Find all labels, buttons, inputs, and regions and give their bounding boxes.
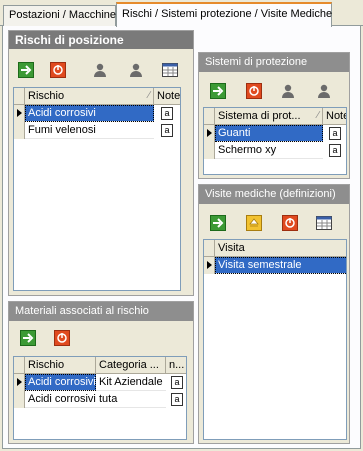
rischio-cell[interactable]: Acidi corrosivi: [25, 391, 96, 408]
note-icon[interactable]: [171, 376, 183, 389]
row-indicator: [14, 391, 25, 408]
note-icon[interactable]: [161, 107, 173, 120]
table-row[interactable]: Acidi corrosivi: [14, 105, 180, 122]
row-indicator-header: [14, 88, 25, 105]
materiali-panel: Materiali associati al rischio Rischio C…: [8, 301, 194, 444]
delete-icon[interactable]: [53, 329, 71, 347]
sistemi-panel: Sistemi di protezione Sistema di prot...…: [198, 52, 350, 179]
visite-grid: Visita Visita semestrale: [203, 239, 347, 440]
rischio-cell[interactable]: Fumi velenosi: [25, 122, 154, 139]
note-icon[interactable]: [161, 124, 173, 137]
note-column-header[interactable]: Note: [154, 88, 181, 105]
table-row[interactable]: Schermo xy: [204, 142, 346, 159]
note-column-header[interactable]: Note: [323, 108, 346, 125]
row-indicator: [14, 122, 25, 139]
delete-icon[interactable]: [245, 82, 263, 100]
tab-rischi[interactable]: Rischi / Sistemi protezione / Visite Med…: [116, 2, 332, 27]
tab-bar: Postazioni / Macchine Rischi / Sistemi p…: [0, 0, 363, 27]
note-column-label: Note: [157, 90, 181, 102]
rischio-column-header[interactable]: Rischio: [25, 357, 96, 374]
categoria-cell[interactable]: Kit Aziendale: [96, 374, 166, 391]
current-row-indicator: [14, 105, 25, 122]
categoria-column-header[interactable]: Categoria ...: [96, 357, 166, 374]
materiali-toolbar: [9, 323, 193, 353]
visita-column-header[interactable]: Visita: [215, 240, 346, 257]
materiali-grid: Rischio Categoria ... n... Acidi corrosi…: [13, 356, 187, 440]
visita-cell[interactable]: Visita semestrale: [215, 257, 346, 274]
sistema-cell[interactable]: Guanti: [215, 125, 323, 142]
sistemi-grid: Sistema di prot... ∕ Note Guanti Schermo…: [203, 107, 347, 175]
tab-content: Rischi di posizione Rischio ∕ Note Acidi…: [2, 26, 361, 449]
row-indicator: [204, 142, 215, 159]
table-row[interactable]: Acidi corrosivi Kit Aziendale: [14, 374, 186, 391]
delete-icon[interactable]: [49, 61, 67, 79]
sistema-column-header[interactable]: Sistema di prot... ∕: [215, 108, 323, 125]
rischi-toolbar: [9, 55, 193, 85]
user-icon[interactable]: [279, 82, 297, 100]
visite-panel: Visite mediche (definizioni) Visita Visi…: [198, 184, 350, 444]
user-icon[interactable]: [91, 61, 109, 79]
grid-icon[interactable]: [315, 214, 333, 232]
rischi-grid: Rischio ∕ Note Acidi corrosivi Fumi vele…: [13, 87, 181, 291]
sistemi-toolbar: [199, 76, 349, 106]
edit-icon[interactable]: [245, 214, 263, 232]
sort-icon: ∕: [148, 90, 150, 101]
rischi-panel-title: Rischi di posizione: [9, 31, 193, 49]
rischio-cell[interactable]: Acidi corrosivi: [25, 374, 96, 391]
rischi-panel: Rischi di posizione Rischio ∕ Note Acidi…: [8, 30, 194, 296]
add-icon[interactable]: [19, 329, 37, 347]
delete-icon[interactable]: [281, 214, 299, 232]
current-row-indicator: [204, 125, 215, 142]
row-indicator-header: [14, 357, 25, 374]
sort-icon: ∕: [317, 110, 319, 121]
user-alt-icon[interactable]: [127, 61, 145, 79]
table-row[interactable]: Guanti: [204, 125, 346, 142]
n-column-header[interactable]: n...: [166, 357, 186, 374]
sistema-cell[interactable]: Schermo xy: [215, 142, 323, 159]
categoria-cell[interactable]: tuta: [96, 391, 166, 408]
add-icon[interactable]: [17, 61, 35, 79]
add-icon[interactable]: [209, 214, 227, 232]
note-icon[interactable]: [329, 144, 341, 157]
row-indicator-header: [204, 240, 215, 257]
visite-panel-title: Visite mediche (definizioni): [199, 185, 349, 204]
table-row[interactable]: Fumi velenosi: [14, 122, 180, 139]
note-icon[interactable]: [329, 127, 341, 140]
tab-postazioni[interactable]: Postazioni / Macchine: [3, 5, 116, 26]
current-row-indicator: [14, 374, 25, 391]
materiali-panel-title: Materiali associati al rischio: [9, 302, 193, 321]
table-row[interactable]: Visita semestrale: [204, 257, 346, 274]
visite-toolbar: [199, 208, 349, 238]
row-indicator-header: [204, 108, 215, 125]
current-row-indicator: [204, 257, 215, 274]
grid-icon[interactable]: [161, 61, 179, 79]
add-icon[interactable]: [209, 82, 227, 100]
user-alt-icon[interactable]: [315, 82, 333, 100]
rischio-column-label: Rischio: [28, 90, 65, 102]
rischio-cell[interactable]: Acidi corrosivi: [25, 105, 154, 122]
note-icon[interactable]: [171, 393, 183, 406]
sistemi-panel-title: Sistemi di protezione: [199, 53, 349, 72]
rischio-column-header[interactable]: Rischio ∕: [25, 88, 154, 105]
sistema-column-label: Sistema di prot...: [218, 110, 301, 122]
table-row[interactable]: Acidi corrosivi tuta: [14, 391, 186, 408]
